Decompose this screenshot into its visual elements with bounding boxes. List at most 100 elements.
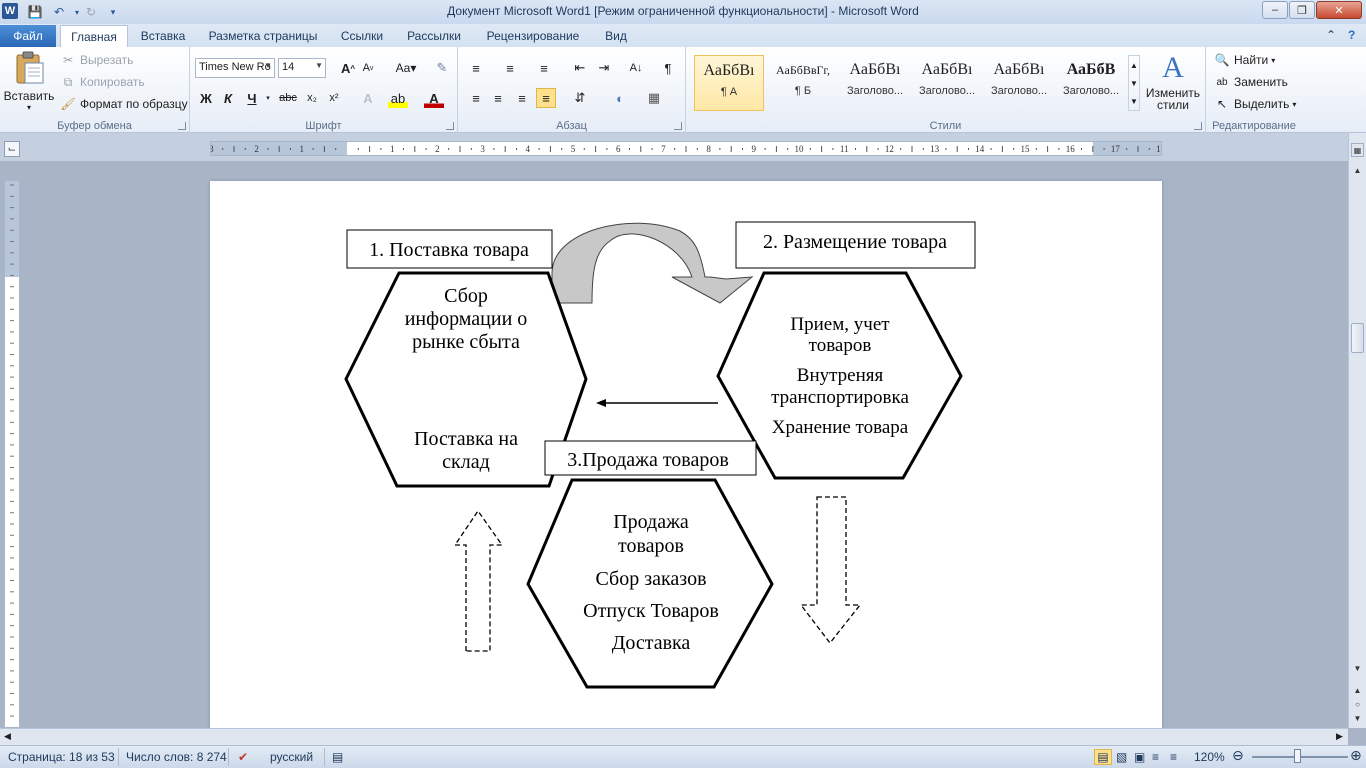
minimize-ribbon-icon[interactable]: ⌃	[1326, 28, 1336, 42]
tab-references[interactable]: Ссылки	[333, 25, 391, 47]
ruler-number: 6	[616, 144, 621, 154]
align-center-icon[interactable]: ≡	[488, 88, 508, 108]
justify-icon[interactable]: ≡	[536, 88, 556, 108]
horizontal-scrollbar[interactable]: ◀ ▶	[0, 728, 1348, 745]
ruler-toggle-icon[interactable]: ▦	[1351, 143, 1364, 157]
web-layout-view-icon[interactable]: ▣	[1134, 750, 1145, 764]
tab-page-layout[interactable]: Разметка страницы	[200, 25, 326, 47]
font-launcher-icon[interactable]	[446, 122, 454, 130]
next-page-icon[interactable]: ▼	[1351, 711, 1364, 725]
paste-button[interactable]: Вставить ▾	[4, 51, 54, 115]
cut-button[interactable]: ✂ Вырезать	[60, 52, 133, 68]
ruler-number: 15	[1021, 144, 1031, 154]
tab-insert[interactable]: Вставка	[133, 25, 193, 47]
minimize-button[interactable]: –	[1262, 1, 1288, 19]
horizontal-ruler[interactable]: 321123456789101112131415161718	[210, 141, 1162, 156]
style-normal[interactable]: АаБбВı ¶ А	[694, 55, 764, 111]
document-page[interactable]: 1. Поставка товара 2. Размещение товара …	[210, 181, 1162, 728]
help-icon[interactable]: ?	[1348, 28, 1355, 42]
font-color-icon[interactable]: A	[424, 88, 444, 108]
hex2-line: Прием, учет	[790, 314, 890, 335]
tab-home[interactable]: Главная	[60, 25, 128, 47]
scroll-up-icon[interactable]: ▲	[1351, 163, 1364, 177]
zoom-in-icon[interactable]: ⊕	[1350, 747, 1362, 764]
ruler-number: 17	[1111, 144, 1121, 154]
sort-icon[interactable]: A↓	[626, 58, 646, 78]
word-count[interactable]: Число слов: 8 274	[126, 750, 227, 764]
align-left-icon[interactable]: ≡	[466, 88, 486, 108]
zoom-slider-thumb[interactable]	[1294, 749, 1301, 763]
scroll-left-icon[interactable]: ◀	[4, 731, 11, 742]
change-case-icon[interactable]: Aa▾	[392, 58, 420, 78]
bold-button[interactable]: Ж	[196, 88, 216, 108]
draft-view-icon[interactable]: ≡	[1170, 750, 1177, 764]
hex3-line: Отпуск Товаров	[583, 600, 719, 622]
show-formatting-icon[interactable]: ¶	[658, 58, 678, 78]
line-spacing-icon[interactable]: ⇵	[570, 88, 590, 108]
copy-button[interactable]: ⧉ Копировать	[60, 74, 145, 90]
shrink-font-icon[interactable]: Av	[358, 58, 378, 78]
chevron-down-icon: ▼	[315, 61, 323, 70]
format-painter-button[interactable]: 🖌 Формат по образцу	[60, 96, 187, 112]
style-heading-2[interactable]: АаБбВı Заголово...	[912, 55, 982, 111]
clipboard-launcher-icon[interactable]	[178, 122, 186, 130]
tab-mailings[interactable]: Рассылки	[398, 25, 470, 47]
subscript-icon[interactable]: x₂	[302, 88, 322, 108]
replace-button[interactable]: ab Заменить	[1214, 74, 1288, 90]
hex1-line: рынке сбыта	[412, 331, 520, 353]
superscript-icon[interactable]: x²	[324, 88, 344, 108]
grow-font-icon[interactable]: A ^	[338, 58, 358, 78]
language-indicator[interactable]: русский	[270, 750, 313, 764]
maximize-button[interactable]: ❐	[1289, 1, 1315, 19]
find-button[interactable]: 🔍 Найти ▾	[1214, 52, 1276, 68]
clear-formatting-icon[interactable]: ✎	[432, 58, 452, 78]
print-layout-view-icon[interactable]: ▤	[1094, 749, 1112, 765]
text-effects-icon[interactable]: A	[358, 88, 378, 108]
previous-page-icon[interactable]: ▲	[1351, 683, 1364, 697]
macro-record-icon[interactable]: ▤	[332, 750, 343, 764]
decrease-indent-icon[interactable]: ⇤	[570, 58, 590, 78]
select-label: Выделить	[1234, 97, 1290, 111]
paragraph-launcher-icon[interactable]	[674, 122, 682, 130]
bullets-icon[interactable]: ≡	[466, 58, 486, 78]
borders-icon[interactable]: ▦	[644, 88, 664, 108]
scroll-right-icon[interactable]: ▶	[1336, 731, 1343, 742]
zoom-out-icon[interactable]: ⊖	[1232, 747, 1244, 764]
font-name-combo[interactable]: Times New Ro ▼	[195, 58, 275, 78]
close-button[interactable]: ✕	[1316, 1, 1362, 19]
underline-dropdown-icon[interactable]: ▾	[258, 88, 278, 108]
style-heading-1[interactable]: АаБбВı Заголово...	[840, 55, 910, 111]
numbering-icon[interactable]: ≡	[500, 58, 520, 78]
scroll-down-icon[interactable]: ▼	[1351, 661, 1364, 675]
italic-button[interactable]: К	[218, 88, 238, 108]
font-size-value: 14	[282, 61, 295, 73]
outline-view-icon[interactable]: ≡	[1152, 750, 1159, 764]
scrollbar-thumb[interactable]	[1351, 323, 1364, 353]
align-right-icon[interactable]: ≡	[512, 88, 532, 108]
full-screen-view-icon[interactable]: ▧	[1116, 750, 1127, 764]
highlight-icon[interactable]: ab	[388, 88, 408, 108]
document-area: 1. Поставка товара 2. Размещение товара …	[22, 161, 1348, 728]
tab-file[interactable]: Файл	[0, 25, 56, 47]
zoom-level[interactable]: 120%	[1194, 750, 1225, 764]
browse-object-icon[interactable]: ○	[1351, 697, 1364, 711]
vertical-scrollbar[interactable]: ▦ ▲ ▼ ▲ ○ ▼	[1348, 133, 1366, 728]
spellcheck-icon[interactable]: ✔	[238, 750, 248, 764]
tab-selector-icon[interactable]: ⌙	[4, 141, 20, 157]
style-no-spacing[interactable]: АаБбВвГг, ¶ Б	[768, 55, 838, 111]
shading-icon[interactable]: ◐	[610, 88, 630, 108]
font-size-combo[interactable]: 14 ▼	[278, 58, 326, 78]
tab-review[interactable]: Рецензирование	[477, 25, 589, 47]
page-count[interactable]: Страница: 18 из 53	[8, 750, 115, 764]
strikethrough-button[interactable]: abc	[278, 88, 298, 108]
tab-view[interactable]: Вид	[596, 25, 636, 47]
change-styles-button[interactable]: A Изменить стили	[1144, 51, 1202, 115]
increase-indent-icon[interactable]: ⇥	[594, 58, 614, 78]
multilevel-list-icon[interactable]: ≡	[534, 58, 554, 78]
style-heading-3[interactable]: АаБбВı Заголово...	[984, 55, 1054, 111]
vertical-ruler[interactable]	[4, 180, 20, 728]
select-button[interactable]: ↖ Выделить ▾	[1214, 96, 1296, 112]
styles-launcher-icon[interactable]	[1194, 122, 1202, 130]
styles-scroll[interactable]: ▲ ▼ ▼	[1128, 55, 1140, 111]
style-heading-4[interactable]: АаБбВ Заголово...	[1056, 55, 1126, 111]
